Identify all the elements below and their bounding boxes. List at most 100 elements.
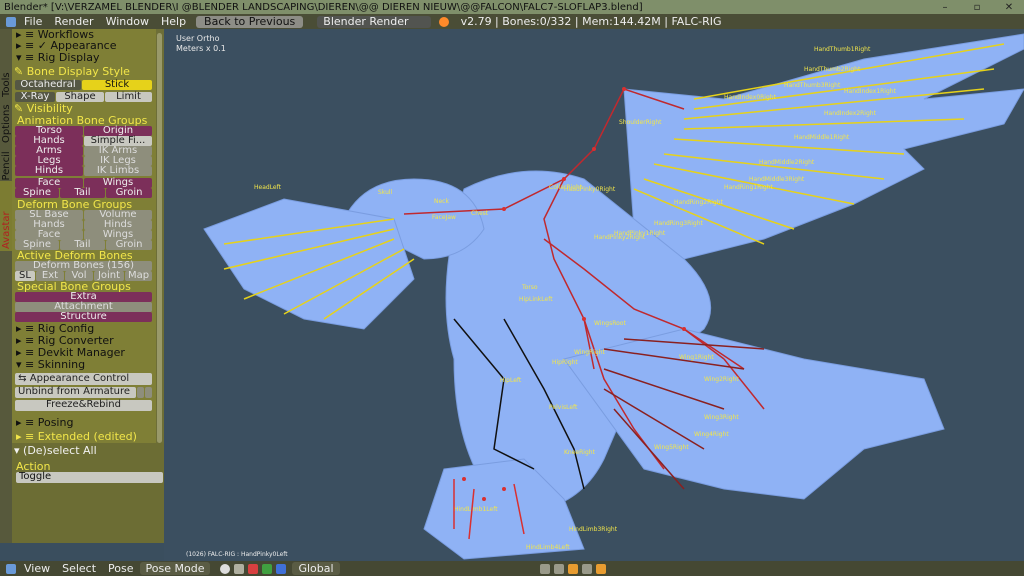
extended-label: Extended (edited) [37,430,137,443]
tab-tools[interactable]: Tools [0,69,12,99]
menu-select[interactable]: Select [56,562,102,575]
xray-button[interactable]: X-Ray [15,92,55,102]
tab-avastar-label: Avastar [1,211,12,249]
title-bar: Blender* [V:\VERZAMEL BLENDER\I @BLENDER… [0,0,1024,14]
menu-window[interactable]: Window [100,15,155,28]
bone-display-style-label: ✎ Bone Display Style [14,65,130,78]
deselect-all-label: (De)select All [23,444,97,457]
appearance-control-button[interactable]: ⇆ Appearance Control [15,373,152,385]
spine-button[interactable]: Spine [15,188,59,198]
freeze-rebind-button[interactable]: Freeze&Rebind [15,400,152,411]
tool-shelf-tabs: Tools Options Grease Pencil Avastar [0,29,12,543]
limit-button[interactable]: Limit [105,92,152,102]
translate-icon[interactable] [262,563,273,574]
bone-label: Wing2Right [704,376,739,383]
hinds-button[interactable]: Hinds [15,166,83,176]
bone-label: HandIndex1Right [844,88,897,95]
tail-button[interactable]: Tail [60,188,105,198]
mode-select[interactable]: Pose Mode [139,562,211,575]
bone-label: HandMiddle1Right [794,134,850,141]
3d-viewport[interactable]: User Ortho Meters x 0.1 HandThumb1Right … [164,29,1024,561]
lock-icon[interactable] [553,563,564,574]
bone-label: HindLimb4Left [526,544,570,551]
back-to-previous-button[interactable]: Back to Previous [196,15,304,28]
bone-label: HandIndex0Right [724,94,777,101]
scrollbar-thumb[interactable] [157,33,162,443]
minimize-button[interactable]: – [930,0,960,14]
shape-button[interactable]: Shape [56,92,104,102]
structure-button[interactable]: Structure [15,312,152,322]
action-select[interactable]: Toggle [16,472,163,483]
bone-label: HipLinkLeft [519,296,553,303]
posing-header[interactable]: ▸ ≡ Posing [16,417,73,429]
bone-label: Wing1Right [679,354,714,361]
groin-button[interactable]: Groin [106,188,152,198]
bone-label: Chest [471,210,489,217]
shading-icon[interactable] [220,563,231,574]
bone-label: HindLimb3Right [569,526,618,533]
bone-label: Skull [378,189,393,196]
bone-label: KneeRight [564,449,596,456]
rotate-icon[interactable] [276,563,287,574]
unbind-option-b[interactable] [145,387,152,398]
snap-icon[interactable] [567,563,578,574]
extended-header[interactable]: ▸ ≡ Extended (edited) [16,431,137,443]
proportional-icon[interactable] [581,563,592,574]
left-wing-shape [203,198,415,330]
render-engine-select[interactable]: Blender Render [317,15,431,28]
menu-pose[interactable]: Pose [102,562,139,575]
appearance-control-label: Appearance Control [29,373,130,384]
menu-bar: File Render Window Help Back to Previous… [0,14,1024,29]
manipulator-icon[interactable] [248,563,259,574]
bone-label: Wing5Right [654,444,689,451]
skinning-label: Skinning [37,358,86,371]
menu-help[interactable]: Help [155,15,192,28]
rig-display-header[interactable]: ▾ ≡ Rig Display [16,52,99,64]
bone-label: HandMiddle3Right [749,176,805,183]
tab-options[interactable]: Options [0,103,12,143]
restore-button[interactable]: ▫ [962,0,992,14]
bone-label: HandPinky2Right [594,234,646,241]
bone-label: Wing3Right [704,414,739,421]
ik-limbs-button[interactable]: IK Limbs [84,166,152,176]
bone-label: HandThumb2Right [804,66,861,73]
bone-label: HindLimb1Left [454,506,498,513]
bone-label: HandThumb3Right [784,82,841,89]
pivot-icon[interactable] [234,563,245,574]
close-button[interactable]: ✕ [994,0,1024,14]
blender-logo-icon [438,16,449,27]
stick-button[interactable]: Stick [82,80,152,90]
tab-options-label: Options [1,104,12,143]
viewport-status: (1026) FALC-RIG : HandPinky0Left [186,551,288,558]
menu-render[interactable]: Render [48,15,99,28]
skinning-header[interactable]: ▾ ≡ Skinning [16,359,85,371]
tool-shelf-scrollbar[interactable] [156,29,164,443]
posing-label: Posing [37,416,74,429]
render-icon[interactable] [595,563,606,574]
falcon-model: HandThumb1Right HandThumb2Right HandThum… [203,33,1024,560]
bone-label: Neck [434,198,449,205]
layer-icon[interactable] [539,563,550,574]
info-editor-icon[interactable] [6,16,16,27]
menu-file[interactable]: File [18,15,48,28]
editor-type-icon[interactable] [6,563,16,574]
unbind-from-armature-button[interactable]: Unbind from Armature [15,387,136,398]
bone-label: HeadLeft [254,184,282,191]
orientation-select[interactable]: Global [292,562,340,575]
tab-avastar[interactable]: Avastar [0,181,12,251]
bone-label: CollarRight [549,184,583,191]
bone-label: HipRight [552,359,578,366]
bone-label: PelvisLeft [549,404,578,411]
lower-wing-shape [563,328,945,500]
menu-view[interactable]: View [18,562,56,575]
deselect-all-header[interactable]: ▾ (De)select All [14,445,97,457]
tab-tools-label: Tools [1,72,12,97]
bone-label: HandIndex2Right [824,110,877,117]
bone-label: HandRing2Right [674,199,724,206]
bone-label: WingRight [574,349,606,356]
unbind-option-a[interactable] [137,387,144,398]
bone-label: HandThumb1Right [814,46,871,53]
tool-shelf-panel: ▸ ≡ Workflows ▸ ≡ ✓ Appearance ▾ ≡ Rig D… [12,29,156,443]
octahedral-button[interactable]: Octahedral [15,80,81,90]
bone-label: ShoulderRight [619,119,662,126]
